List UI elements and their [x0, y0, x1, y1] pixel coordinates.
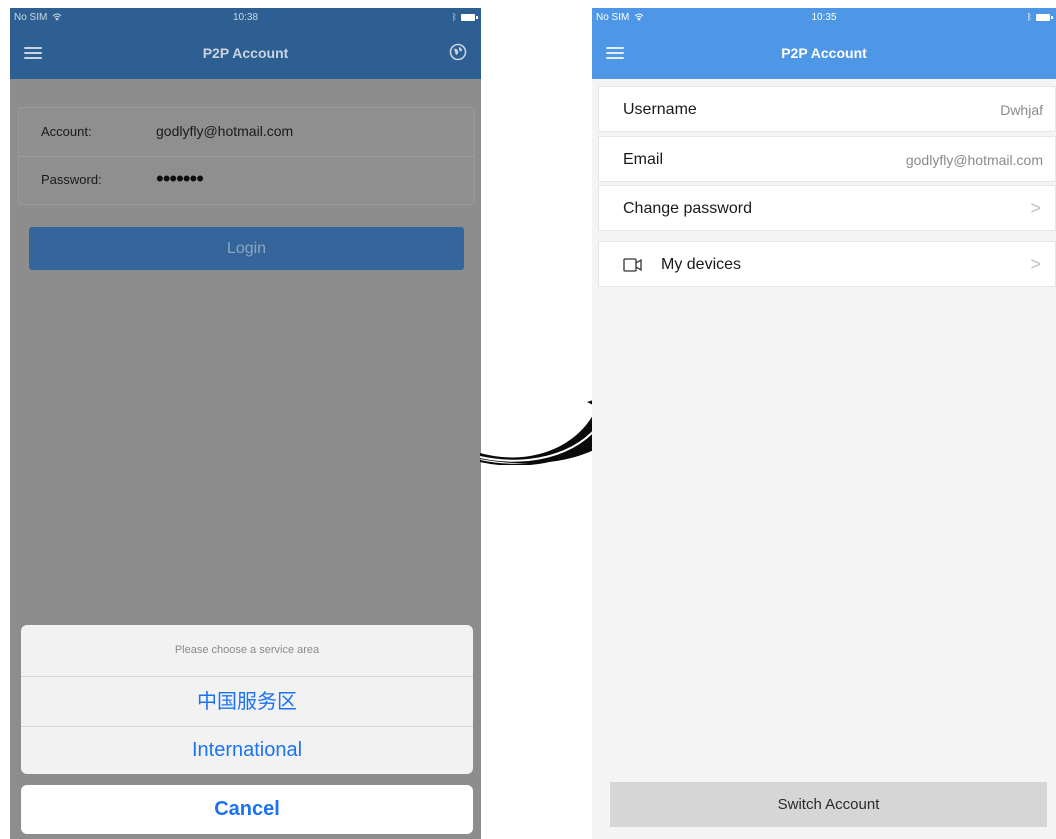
page-title: P2P Account	[781, 45, 867, 61]
my-devices-row[interactable]: My devices >	[598, 241, 1056, 287]
status-indicators: ᛒ	[451, 12, 478, 22]
option-china-service-area[interactable]: 中国服务区	[21, 677, 473, 727]
battery-icon	[461, 14, 478, 21]
password-label: Password:	[41, 172, 102, 187]
battery-icon	[1036, 14, 1053, 21]
bluetooth-icon: ᛒ	[1026, 12, 1032, 22]
account-screen: No SIM 10:35 ᛒ P2P Account Username Dwhj…	[592, 8, 1056, 839]
password-field[interactable]: •••••••	[156, 166, 204, 192]
video-camera-icon	[623, 258, 643, 277]
page-title: P2P Account	[202, 45, 289, 61]
account-field[interactable]: godlyfly@hotmail.com	[156, 123, 293, 139]
username-label: Username	[623, 101, 697, 118]
chevron-right-icon: >	[1030, 198, 1041, 218]
email-label: Email	[623, 151, 664, 168]
status-bar: No SIM 10:35 ᛒ	[592, 8, 1056, 28]
globe-icon[interactable]	[449, 43, 467, 66]
option-international[interactable]: International	[21, 726, 473, 774]
nav-bar: P2P Account	[592, 28, 1056, 79]
status-time: 10:38	[232, 12, 259, 23]
nav-bar: P2P Account	[10, 28, 481, 79]
account-row[interactable]: Account: godlyfly@hotmail.com	[19, 108, 474, 157]
change-password-row[interactable]: Change password >	[598, 185, 1056, 231]
login-screen: No SIM 10:38 ᛒ P2P Account Account: godl…	[10, 8, 481, 839]
status-time: 10:35	[811, 12, 837, 23]
change-password-label: Change password	[623, 200, 752, 217]
action-sheet-title: Please choose a service area	[21, 625, 473, 677]
login-button[interactable]: Login	[29, 227, 464, 270]
password-row[interactable]: Password: •••••••	[19, 156, 474, 204]
status-indicators: ᛒ	[1026, 12, 1053, 22]
username-row: Username Dwhjaf	[598, 86, 1056, 132]
email-row: Email godlyfly@hotmail.com	[598, 136, 1056, 182]
email-value: godlyfly@hotmail.com	[905, 152, 1043, 168]
my-devices-label: My devices	[661, 256, 742, 273]
status-bar: No SIM 10:38 ᛒ	[10, 8, 481, 28]
service-area-action-sheet: Please choose a service area 中国服务区 Inter…	[21, 625, 473, 774]
bluetooth-icon: ᛒ	[451, 12, 457, 22]
login-form: Account: godlyfly@hotmail.com Password: …	[18, 107, 475, 205]
username-value: Dwhjaf	[1000, 102, 1043, 118]
switch-account-button[interactable]: Switch Account	[610, 782, 1047, 827]
cancel-button[interactable]: Cancel	[21, 785, 473, 834]
chevron-right-icon: >	[1030, 254, 1041, 274]
account-label: Account:	[41, 124, 92, 139]
